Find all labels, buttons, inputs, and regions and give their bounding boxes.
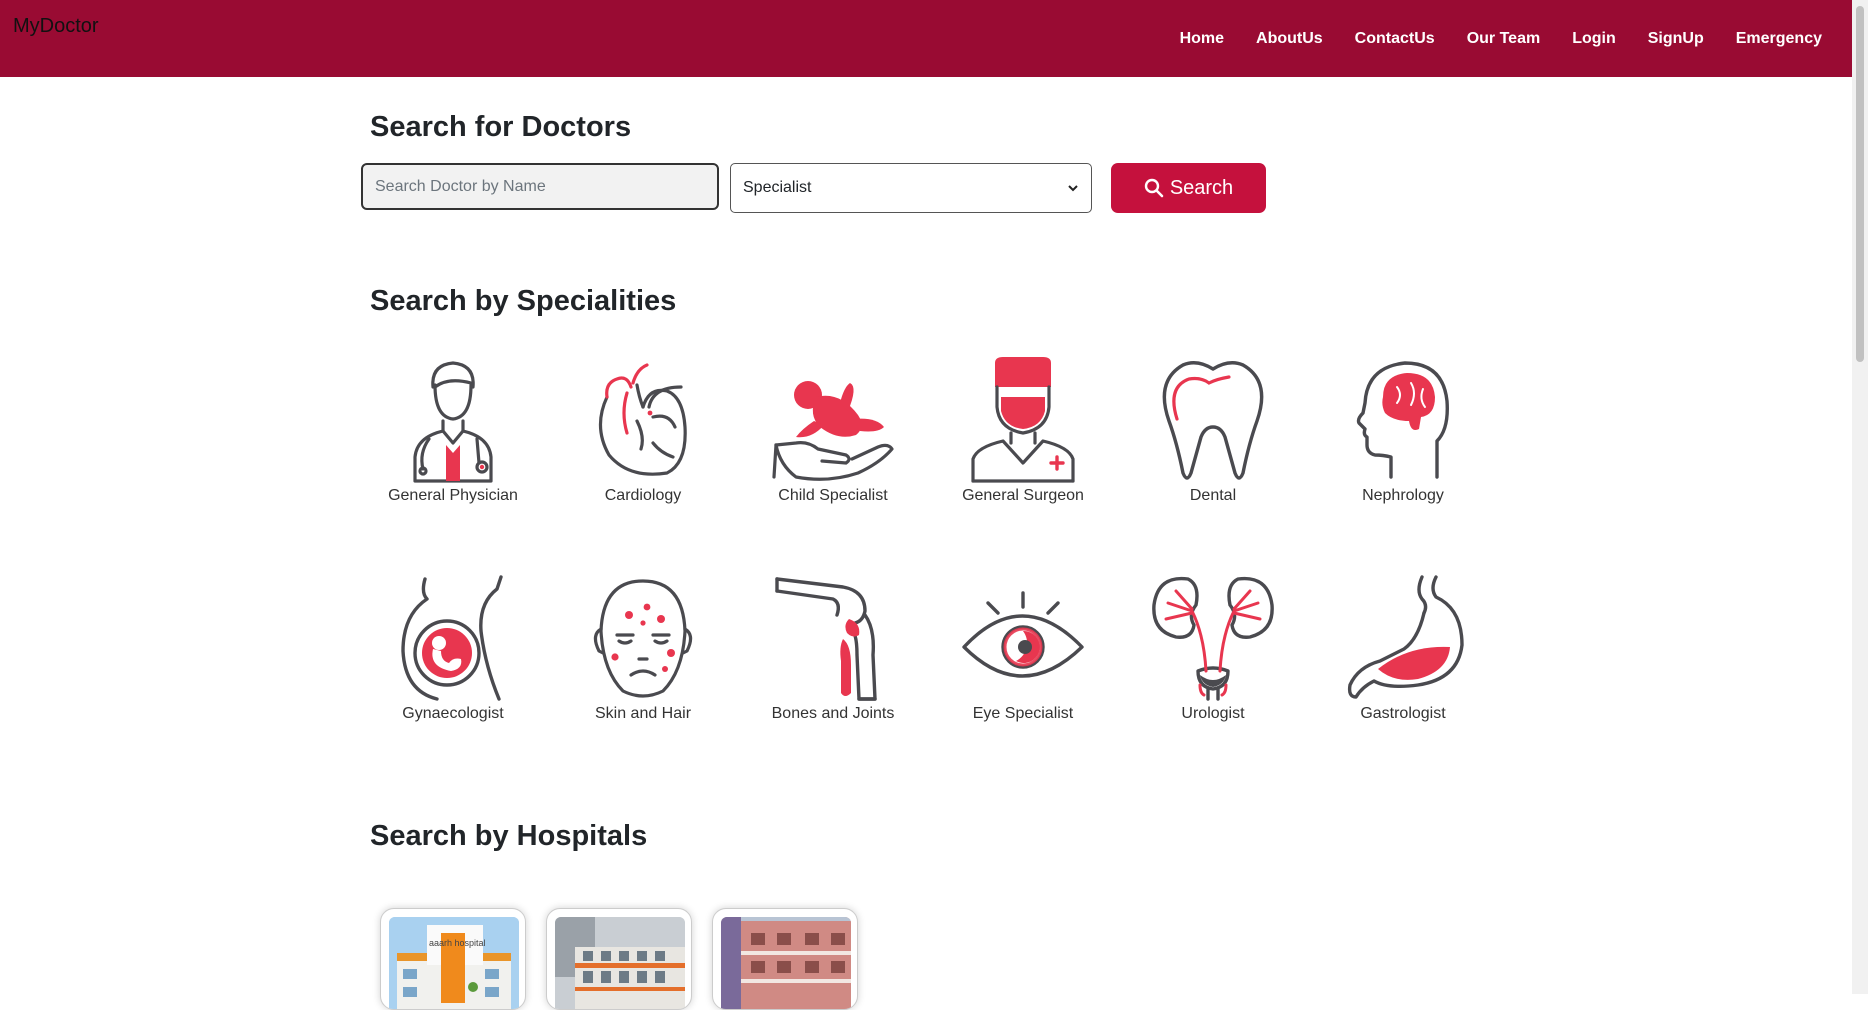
main-content: Search for Doctors Specialist Search Sea… xyxy=(0,77,1852,1010)
search-button-label: Search xyxy=(1169,176,1234,199)
speciality-label: Nephrology xyxy=(1362,487,1444,504)
speciality-label: Urologist xyxy=(1181,705,1245,722)
hospital-card[interactable]: aaarh hospital xyxy=(380,908,526,1010)
speciality-urologist[interactable]: Urologist xyxy=(1118,575,1308,723)
eye-icon xyxy=(962,591,1084,678)
speciality-label: Eye Specialist xyxy=(972,705,1074,722)
speciality-general-surgeon[interactable]: General Surgeon xyxy=(928,357,1118,505)
baby-in-hand-icon xyxy=(772,381,894,481)
knee-joint-icon xyxy=(775,577,877,701)
chevron-down-icon xyxy=(1068,185,1078,192)
specialities-heading: Search by Specialities xyxy=(370,285,677,317)
heart-icon xyxy=(598,363,687,476)
speciality-label: Gastrologist xyxy=(1360,705,1446,722)
hospital-card[interactable] xyxy=(546,908,692,1010)
search-icon xyxy=(1144,178,1164,198)
specialist-select-value: Specialist xyxy=(743,179,812,196)
search-heading: Search for Doctors xyxy=(370,111,632,143)
hospital-photo xyxy=(721,917,851,1009)
hospital-photo xyxy=(555,917,685,1009)
doctor-name-search-input[interactable] xyxy=(361,163,719,210)
nav-menu: Home AboutUs ContactUs Our Team Login Si… xyxy=(1180,0,1822,77)
speciality-label: Bones and Joints xyxy=(771,705,895,722)
speciality-label: Child Specialist xyxy=(778,487,888,504)
nav-home[interactable]: Home xyxy=(1180,30,1224,48)
speciality-child-specialist[interactable]: Child Specialist xyxy=(738,357,928,505)
nav-our-team[interactable]: Our Team xyxy=(1467,30,1541,48)
navbar: MyDoctor Home AboutUs ContactUs Our Team… xyxy=(0,0,1852,77)
nav-contact-us[interactable]: ContactUs xyxy=(1355,30,1435,48)
stomach-icon xyxy=(1347,575,1464,699)
speciality-skin-and-hair[interactable]: Skin and Hair xyxy=(548,575,738,723)
speciality-cardiology[interactable]: Cardiology xyxy=(548,357,738,505)
doctor-icon xyxy=(413,361,493,483)
tooth-icon xyxy=(1162,361,1264,480)
head-brain-icon xyxy=(1356,361,1449,479)
nav-about-us[interactable]: AboutUs xyxy=(1256,30,1323,48)
speciality-label: General Surgeon xyxy=(962,487,1084,504)
speciality-general-physician[interactable]: General Physician xyxy=(358,357,548,505)
speciality-label: Skin and Hair xyxy=(594,705,692,722)
pregnant-icon xyxy=(401,575,503,701)
nav-emergency[interactable]: Emergency xyxy=(1736,30,1822,48)
surgeon-icon xyxy=(971,357,1075,483)
hospital-building-image xyxy=(555,917,685,1009)
hospital-building-image xyxy=(721,917,851,1009)
speciality-label: Dental xyxy=(1189,487,1237,504)
speciality-gynaecologist[interactable]: Gynaecologist xyxy=(358,575,548,723)
speciality-label: General Physician xyxy=(388,487,518,504)
speciality-nephrology[interactable]: Nephrology xyxy=(1308,357,1498,505)
page-scrollbar[interactable] xyxy=(1852,0,1868,994)
speciality-dental[interactable]: Dental xyxy=(1118,357,1308,505)
speciality-label: Gynaecologist xyxy=(402,705,504,722)
nav-signup[interactable]: SignUp xyxy=(1648,30,1704,48)
kidneys-icon xyxy=(1152,576,1274,701)
search-button[interactable]: Search xyxy=(1111,163,1266,213)
hospital-building-image: aaarh hospital xyxy=(389,917,519,1009)
nav-login[interactable]: Login xyxy=(1572,30,1616,48)
speciality-eye-specialist[interactable]: Eye Specialist xyxy=(928,575,1118,723)
speciality-gastrologist[interactable]: Gastrologist xyxy=(1308,575,1498,723)
speciality-bones-and-joints[interactable]: Bones and Joints xyxy=(738,575,928,723)
scrollbar-thumb[interactable] xyxy=(1856,6,1864,362)
face-skin-icon xyxy=(593,579,693,698)
specialist-select[interactable]: Specialist xyxy=(730,163,1092,213)
hospital-sign-text: aaarh hospital xyxy=(429,938,486,948)
hospitals-heading: Search by Hospitals xyxy=(370,820,648,852)
brand-logo[interactable]: MyDoctor xyxy=(13,15,99,38)
hospital-photo: aaarh hospital xyxy=(389,917,519,1009)
hospital-card[interactable] xyxy=(712,908,858,1010)
speciality-label: Cardiology xyxy=(604,487,682,504)
